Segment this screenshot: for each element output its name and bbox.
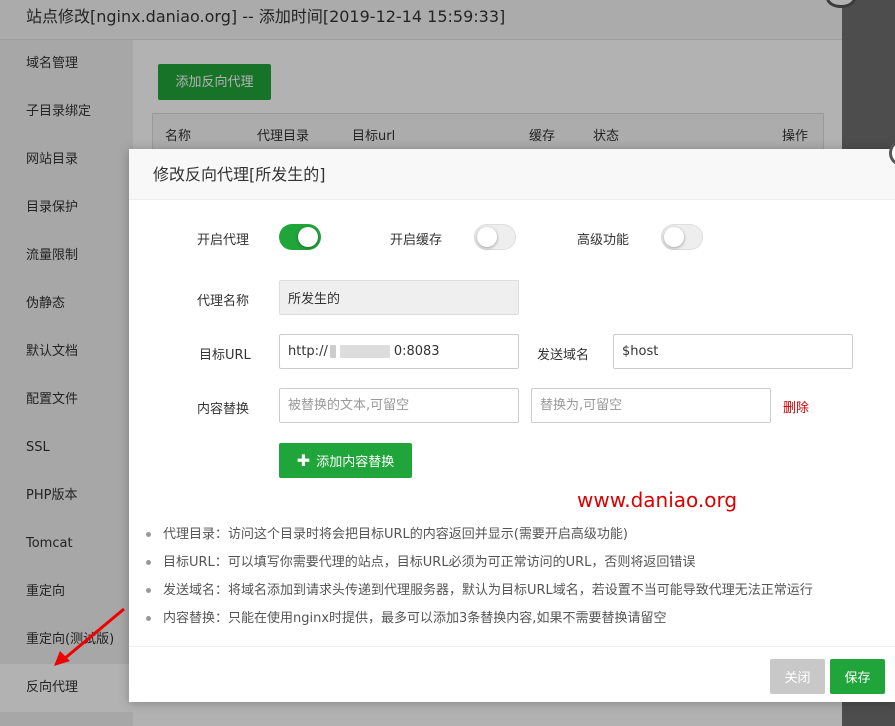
save-button[interactable]: 保存	[830, 659, 885, 694]
watermark: www.daniao.org	[577, 488, 738, 512]
target-url-label: 目标URL	[199, 348, 251, 363]
send-domain-label: 发送域名	[537, 348, 590, 363]
redacted-mask	[339, 345, 390, 358]
list-item: 代理目录：访问这个目录时将会把目标URL的内容返回并显示(需要开启高级功能)	[146, 521, 891, 549]
toggle-knob	[477, 227, 497, 247]
annotation-arrow-icon	[54, 607, 125, 666]
enable-cache-label: 开启缓存	[390, 233, 443, 248]
proxy-name-label: 代理名称	[197, 294, 250, 309]
add-content-replace-label: 添加内容替换	[316, 455, 395, 470]
target-url-suffix: 0:8083	[393, 344, 440, 359]
bullet-icon	[146, 560, 151, 565]
redacted-mask	[329, 345, 336, 358]
advanced-toggle[interactable]	[661, 224, 703, 250]
edit-reverse-proxy-dialog: 修改反向代理[所发生的] 开启代理 开启缓存 高级功能 代理名称 目标URL h…	[129, 141, 895, 702]
close-button[interactable]: 关闭	[770, 659, 825, 694]
enable-cache-toggle[interactable]	[474, 224, 516, 250]
enable-proxy-label: 开启代理	[197, 233, 250, 248]
content-replace-label: 内容替换	[197, 402, 250, 417]
target-url-input[interactable]: http:// 0:8083	[279, 334, 519, 369]
enable-proxy-toggle[interactable]	[279, 224, 321, 250]
dialog-title: 修改反向代理[所发生的]	[129, 149, 895, 200]
send-domain-input[interactable]	[613, 334, 853, 369]
help-notes: 代理目录：访问这个目录时将会把目标URL的内容返回并显示(需要开启高级功能) 目…	[146, 521, 891, 633]
plus-icon: ✚	[296, 450, 311, 470]
list-item: 目标URL：可以填写你需要代理的站点，目标URL必须为可正常访问的URL，否则将…	[146, 549, 891, 577]
bullet-icon	[146, 532, 151, 537]
bullet-icon	[146, 588, 151, 593]
toggle-knob	[298, 227, 318, 247]
toggle-knob	[664, 227, 684, 247]
bullet-icon	[146, 616, 151, 621]
delete-replace-link[interactable]: 删除	[783, 397, 809, 416]
add-content-replace-button[interactable]: ✚ 添加内容替换	[279, 443, 412, 478]
target-url-prefix: http://	[288, 344, 328, 359]
replace-to-input[interactable]	[531, 388, 771, 423]
advanced-label: 高级功能	[577, 233, 630, 248]
proxy-name-input[interactable]	[279, 280, 519, 315]
replace-from-input[interactable]	[279, 388, 519, 423]
list-item: 内容替换：只能在使用nginx时提供，最多可以添加3条替换内容,如果不需要替换请…	[146, 605, 891, 633]
list-item: 发送域名：将域名添加到请求头传递到代理服务器，默认为目标URL域名，若设置不当可…	[146, 577, 891, 605]
dialog-footer: 关闭 保存	[129, 646, 895, 702]
